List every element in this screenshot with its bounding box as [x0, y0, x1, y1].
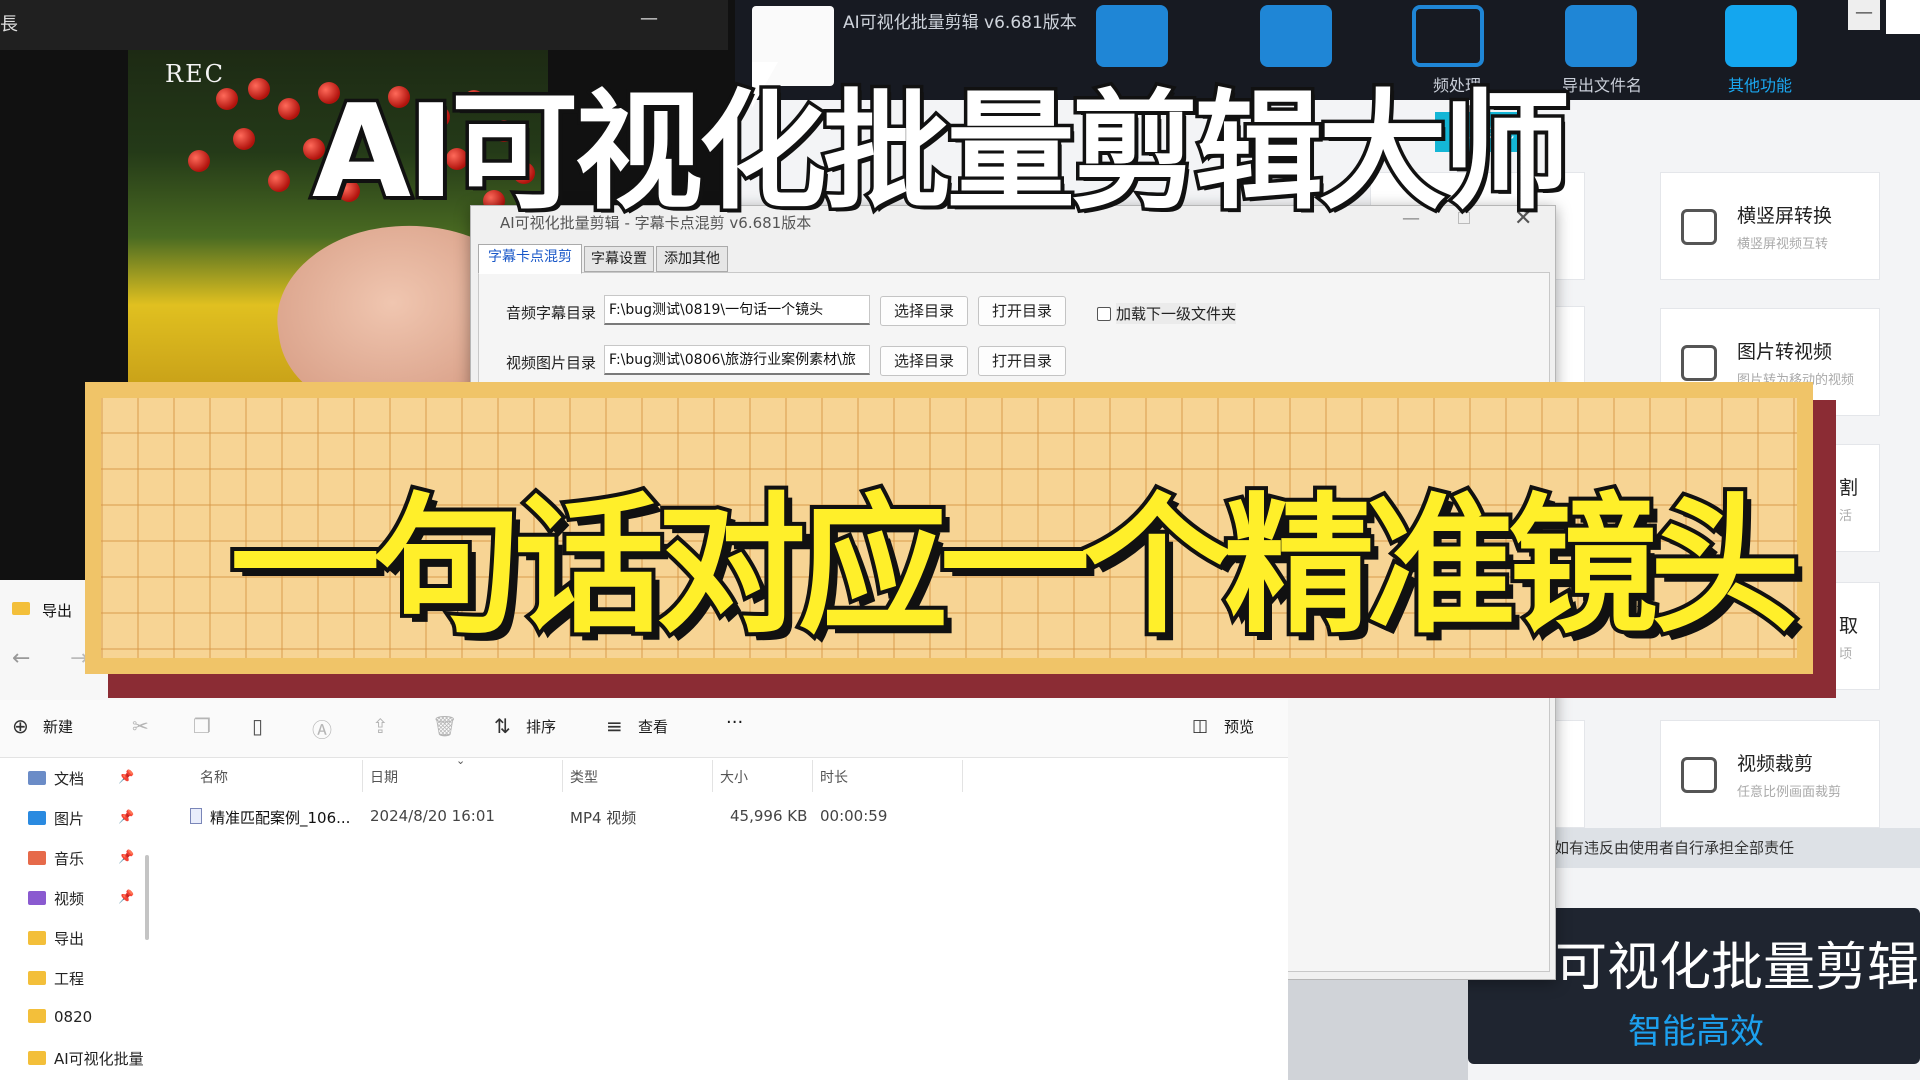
open-video-dir-button[interactable]: 打开目录 [978, 346, 1066, 376]
rec-indicator: REC [165, 60, 225, 88]
rotate-screen-icon [1681, 209, 1717, 245]
grid-icon[interactable] [1725, 5, 1797, 67]
nav-item-label: AI可视化批量 [54, 1050, 144, 1068]
nav-item-label: 文档 [54, 770, 85, 788]
banner-text: 一句话对应一个精准镜头 [226, 476, 1804, 658]
view-list-icon: ≡ [606, 714, 623, 738]
folder-icon [28, 931, 46, 945]
choose-video-dir-button[interactable]: 选择目录 [880, 346, 968, 376]
sort-chevron-icon: ⌄ [456, 754, 466, 767]
nav-item-label: 音乐 [54, 850, 85, 868]
folder-icon [28, 891, 46, 905]
nav-item-label: 工程 [54, 970, 85, 988]
image-to-video-icon [1681, 345, 1717, 381]
folder-icon [28, 811, 46, 825]
nav-item-label: 视频 [54, 890, 85, 908]
nav-other-functions[interactable]: 其他功能 [1695, 72, 1825, 96]
nav-item[interactable]: 工程 [28, 968, 84, 989]
choose-audio-dir-button[interactable]: 选择目录 [880, 296, 968, 326]
folder-icon [28, 851, 46, 865]
rename-icon[interactable]: Ⓐ [312, 714, 332, 743]
app-title: AI可视化批量剪辑 v6.681版本 [843, 13, 1077, 33]
pin-icon[interactable]: 📌 [118, 890, 134, 905]
pin-icon[interactable]: 📌 [118, 850, 134, 865]
col-type[interactable]: 类型 [570, 767, 598, 787]
file-duration: 00:00:59 [820, 807, 888, 825]
nav-item[interactable]: 0820 [28, 1008, 92, 1026]
open-audio-dir-button[interactable]: 打开目录 [978, 296, 1066, 326]
col-date[interactable]: 日期 [370, 767, 398, 787]
share-icon[interactable]: ⇪ [372, 714, 389, 738]
feature-video-crop[interactable]: 视频裁剪 任意比例画面裁剪 [1660, 720, 1880, 828]
load-subfolder-checkbox[interactable] [1097, 307, 1111, 321]
folder-icon [28, 1009, 46, 1023]
app-close-button[interactable] [1886, 0, 1920, 34]
nav-scrollbar[interactable] [145, 855, 149, 940]
preview-pane-icon: ◫ [1192, 716, 1209, 736]
disclaimer-bar: 如有违反由使用者自行承担全部责任 [1550, 828, 1920, 868]
load-subfolder-label: 加载下一级文件夹 [1116, 303, 1237, 324]
delete-icon[interactable]: 🗑 [432, 714, 457, 738]
nav-item-label: 导出 [54, 930, 85, 948]
sort-icon: ⇅ [494, 714, 511, 738]
more-options-button[interactable]: ··· [726, 712, 743, 733]
crop-icon [1681, 757, 1717, 793]
nav-item[interactable]: 导出 [28, 928, 84, 949]
file-name[interactable]: 精准匹配案例_106... [210, 807, 350, 828]
folder-icon [12, 602, 30, 615]
video-dir-label: 视频图片目录 [506, 354, 597, 372]
feature-landscape-portrait[interactable]: 横竖屏转换 横竖屏视频互转 [1660, 172, 1880, 280]
back-arrow-icon[interactable]: ← [12, 646, 30, 671]
tab-subtitle-settings[interactable]: 字幕设置 [584, 246, 654, 272]
nav-item-label: 0820 [54, 1008, 93, 1026]
promo-title: 可视化批量剪辑 [1555, 938, 1920, 998]
left-window-title: 長 [0, 14, 18, 35]
video-dir-input[interactable]: F:\bug测试\0806\旅游行业案例素材\旅 [604, 345, 870, 375]
video-file-icon [190, 808, 202, 824]
nav-item-label: 图片 [54, 810, 85, 828]
folder-icon [28, 1051, 46, 1065]
file-type: MP4 视频 [570, 809, 637, 827]
col-size[interactable]: 大小 [720, 767, 748, 787]
app-minimize-button[interactable]: — [1848, 0, 1880, 30]
col-duration[interactable]: 时长 [820, 767, 848, 787]
view-button[interactable]: 查看 [638, 716, 668, 737]
headline: AI可视化批量剪辑大师 [309, 75, 1575, 231]
file-date: 2024/8/20 16:01 [370, 807, 495, 825]
nav-item[interactable]: 图片 [28, 808, 84, 829]
folder-export-icon[interactable] [1565, 5, 1637, 67]
col-name[interactable]: 名称 [200, 767, 228, 787]
tab-subtitle-mix[interactable]: 字幕卡点混剪 [478, 244, 582, 274]
nav-item[interactable]: AI可视化批量 [28, 1048, 144, 1069]
nav-item[interactable]: 视频 [28, 888, 84, 909]
tab-add-other[interactable]: 添加其他 [656, 246, 728, 272]
pin-icon[interactable]: 📌 [118, 770, 134, 785]
audio-dir-label: 音频字幕目录 [506, 304, 597, 322]
new-button[interactable]: 新建 [43, 716, 73, 737]
paste-icon[interactable]: ▯ [252, 714, 263, 738]
plus-circle-icon: ⊕ [12, 714, 29, 738]
file-size: 45,996 KB [730, 807, 808, 825]
nav-item[interactable]: 音乐 [28, 848, 84, 869]
nav-item[interactable]: 文档 [28, 768, 84, 789]
cut-icon[interactable]: ✂ [132, 714, 149, 738]
left-window-titlebar: 長 — [0, 0, 728, 50]
folder-icon [28, 971, 46, 985]
audio-dir-input[interactable]: F:\bug测试\0819\一句话一个镜头 [604, 295, 870, 325]
explorer-nav-pane [0, 758, 145, 1080]
copy-icon[interactable]: ❐ [193, 714, 211, 738]
pin-icon[interactable]: 📌 [118, 810, 134, 825]
app-bottom-area [1288, 980, 1468, 1080]
promo-subtitle: 智能高效 [1628, 1012, 1764, 1052]
minimize-button[interactable]: — [640, 8, 658, 29]
preview-button[interactable]: 预览 [1224, 716, 1254, 737]
folder-icon [28, 771, 46, 785]
explorer-title: 导出 [42, 602, 73, 620]
sort-button[interactable]: 排序 [526, 716, 556, 737]
